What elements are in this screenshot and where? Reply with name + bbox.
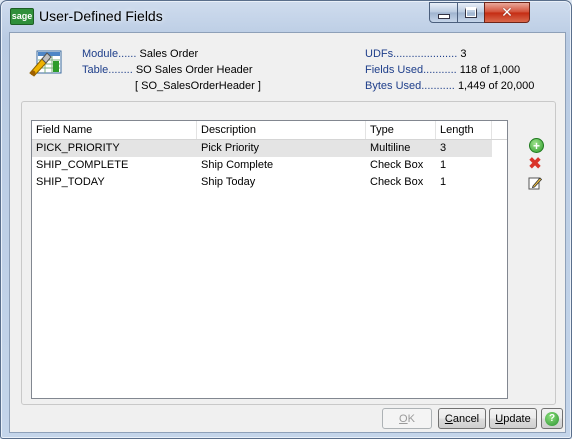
- plus-icon: +: [532, 138, 540, 153]
- cancel-accel: C: [444, 412, 453, 425]
- edit-pencil-icon: [528, 177, 542, 190]
- cell-field-name: SHIP_COMPLETE: [36, 159, 129, 171]
- cell-field-name: SHIP_TODAY: [36, 176, 105, 188]
- sage-app-icon: sage: [10, 8, 34, 25]
- close-button[interactable]: ✕: [484, 2, 530, 23]
- cell-description: Pick Priority: [201, 142, 260, 154]
- window-title: User-Defined Fields: [39, 8, 163, 24]
- fields-group-box: Field Name Description Type Length PICK_…: [21, 101, 556, 405]
- add-field-button[interactable]: +: [529, 138, 544, 153]
- cell-type: Multiline: [370, 142, 411, 154]
- column-header-length[interactable]: Length: [436, 121, 492, 139]
- cell-type: Check Box: [370, 159, 424, 171]
- bytes-used-label: Bytes Used...........: [365, 80, 455, 92]
- module-label: Module......: [82, 48, 137, 60]
- column-header-type[interactable]: Type: [366, 121, 436, 139]
- update-label-rest: pdate: [503, 412, 531, 425]
- fields-used-value: 118 of 1,000: [459, 64, 521, 76]
- cell-length: 3: [440, 142, 447, 154]
- udfs-label: UDFs.....................: [365, 48, 458, 60]
- cell-length: 1: [440, 159, 447, 171]
- help-button[interactable]: ?: [541, 408, 563, 429]
- table-row[interactable]: SHIP_COMPLETE Ship Complete Check Box 1: [32, 157, 492, 174]
- update-accel: U: [495, 412, 504, 425]
- close-icon: ✕: [501, 4, 513, 21]
- table-row[interactable]: SHIP_TODAY Ship Today Check Box 1: [32, 174, 492, 191]
- maximize-icon: [465, 7, 477, 18]
- dialog-client-area: Module...... Sales Order Table........ S…: [9, 32, 566, 433]
- cell-field-name: PICK_PRIORITY: [36, 142, 120, 154]
- grid-header: Field Name Description Type Length: [32, 121, 507, 140]
- cancel-label-rest: ancel: [452, 412, 480, 425]
- table-row[interactable]: PICK_PRIORITY Pick Priority Multiline 3: [32, 140, 492, 157]
- edit-field-button[interactable]: [527, 175, 543, 191]
- column-header-field-name[interactable]: Field Name: [32, 121, 197, 139]
- minimize-icon: [437, 14, 450, 19]
- delete-x-icon: ✖: [527, 154, 543, 174]
- cell-type: Check Box: [370, 176, 424, 188]
- fields-grid[interactable]: Field Name Description Type Length PICK_…: [31, 120, 508, 399]
- usage-info: UDFs..................... 3 Fields Used.…: [365, 46, 534, 94]
- ok-label-rest: K: [407, 412, 415, 425]
- delete-field-button[interactable]: ✖: [527, 154, 543, 174]
- cell-description: Ship Today: [201, 176, 256, 188]
- udf-module-icon: [29, 50, 62, 77]
- module-table-info: Module...... Sales Order Table........ S…: [82, 46, 261, 94]
- fields-used-label: Fields Used...........: [365, 64, 457, 76]
- update-button[interactable]: Update: [489, 408, 537, 429]
- table-code: [ SO_SalesOrderHeader ]: [135, 80, 261, 92]
- column-header-filler: [492, 121, 507, 139]
- cell-description: Ship Complete: [201, 159, 274, 171]
- cancel-button[interactable]: Cancel: [438, 408, 486, 429]
- module-value: Sales Order: [139, 48, 199, 60]
- maximize-button[interactable]: [457, 2, 485, 23]
- table-value: SO Sales Order Header: [135, 64, 253, 76]
- udfs-value: 3: [460, 48, 467, 60]
- bytes-used-value: 1,449 of 20,000: [457, 80, 535, 92]
- ok-button[interactable]: OK: [382, 408, 432, 429]
- column-header-description[interactable]: Description: [197, 121, 366, 139]
- ok-accel: O: [399, 412, 408, 425]
- minimize-button[interactable]: [429, 2, 458, 23]
- title-bar[interactable]: sage User-Defined Fields ✕: [1, 1, 571, 31]
- udf-window: sage User-Defined Fields ✕ Module...... …: [0, 0, 572, 439]
- cell-length: 1: [440, 176, 447, 188]
- help-icon: ?: [545, 411, 559, 426]
- table-label: Table........: [82, 64, 133, 76]
